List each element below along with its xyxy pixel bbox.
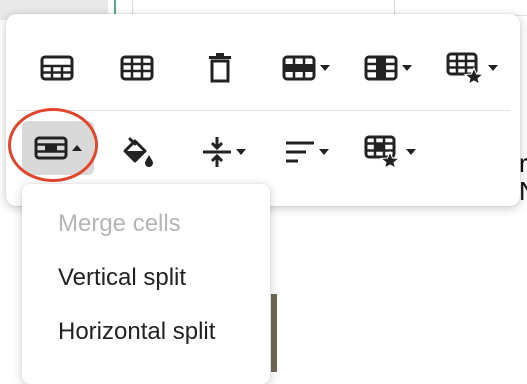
menu-item-vertical-split[interactable]: Vertical split xyxy=(58,264,186,292)
table-style-icon xyxy=(446,52,484,84)
menu-item-merge-cells: Merge cells xyxy=(58,210,181,237)
table-style-button[interactable] xyxy=(438,48,506,88)
chevron-up-icon xyxy=(72,145,82,151)
paint-bucket-icon xyxy=(123,137,153,167)
table-toolbar xyxy=(6,14,520,206)
background-image-fragment xyxy=(271,294,277,372)
cell-style-icon xyxy=(364,135,401,169)
cell-merge-split-button[interactable] xyxy=(22,121,94,175)
delete-table-button[interactable] xyxy=(198,48,242,88)
chevron-down-icon xyxy=(488,65,498,71)
horizontal-align-button[interactable] xyxy=(274,132,340,172)
delete-table-icon xyxy=(209,53,231,83)
column-options-button[interactable] xyxy=(356,50,420,86)
background-divider xyxy=(114,0,116,14)
vertical-align-icon xyxy=(203,137,231,167)
insert-row-below-button[interactable] xyxy=(112,50,162,86)
background-text-fragment: r xyxy=(519,148,527,178)
vertical-align-button[interactable] xyxy=(192,132,256,172)
chevron-down-icon xyxy=(236,149,246,155)
menu-item-horizontal-split[interactable]: Horizontal split xyxy=(58,318,215,346)
insert-row-above-icon xyxy=(40,55,74,81)
cell-merge-split-icon xyxy=(34,136,68,160)
text-align-left-icon xyxy=(286,141,314,163)
insert-row-below-icon xyxy=(120,55,154,81)
row-options-button[interactable] xyxy=(274,50,338,86)
row-options-icon xyxy=(282,55,316,81)
insert-row-above-button[interactable] xyxy=(32,50,82,86)
cell-fill-color-button[interactable] xyxy=(116,132,160,172)
toolbar-divider xyxy=(16,110,510,111)
chevron-down-icon xyxy=(402,65,412,71)
background-text-fragment: N xyxy=(519,178,527,204)
chevron-down-icon xyxy=(406,149,416,155)
chevron-down-icon xyxy=(320,65,330,71)
cell-style-button[interactable] xyxy=(356,130,424,174)
merge-split-dropdown: Merge cells Vertical split Horizontal sp… xyxy=(22,184,270,384)
chevron-down-icon xyxy=(319,149,329,155)
column-options-icon xyxy=(364,55,398,81)
